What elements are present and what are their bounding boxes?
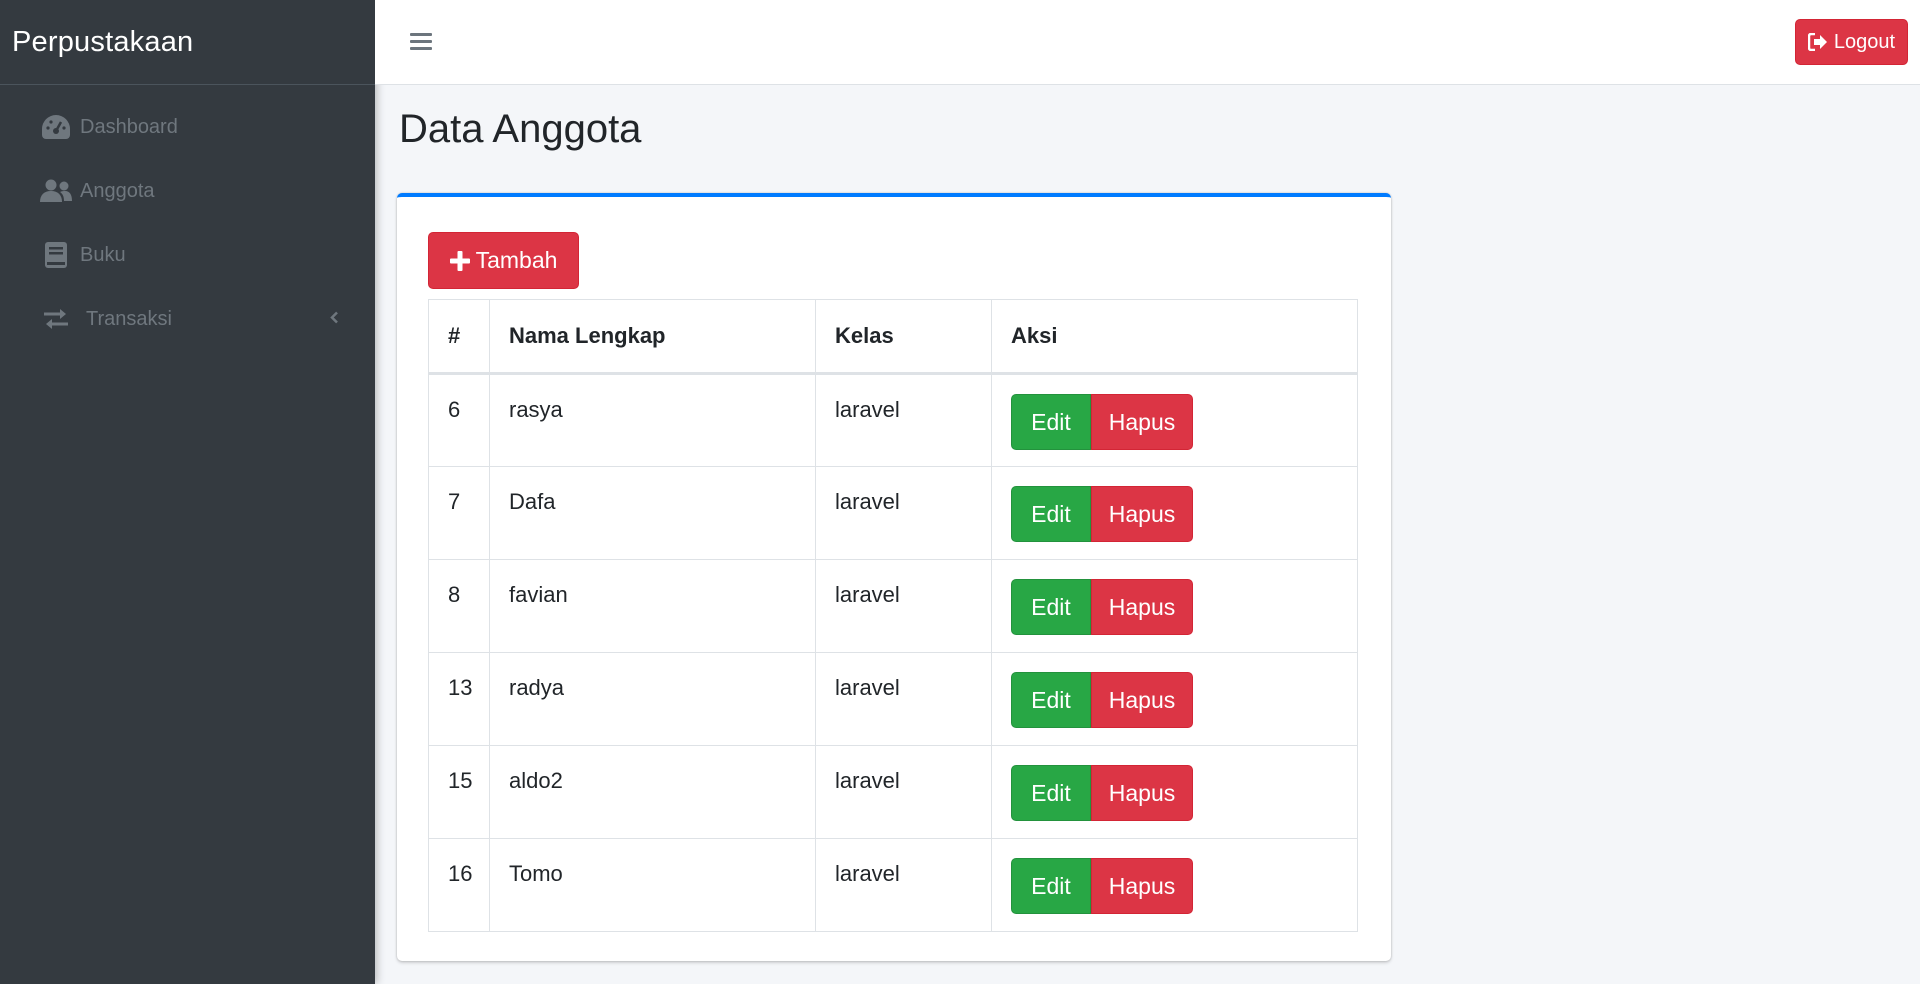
cell-actions: Edit Hapus (991, 559, 1358, 653)
logout-button[interactable]: Logout (1795, 19, 1908, 65)
delete-button[interactable]: Hapus (1091, 672, 1193, 728)
column-header-actions: Aksi (991, 299, 1358, 375)
members-card: Tambah # Nama Lengkap Kelas Aksi 6 rasya… (397, 193, 1391, 961)
add-member-button[interactable]: Tambah (428, 232, 579, 289)
column-header-class: Kelas (815, 299, 992, 375)
cell-number: 13 (428, 652, 490, 746)
edit-button[interactable]: Edit (1011, 858, 1091, 914)
brand[interactable]: Perpustakaan (0, 0, 375, 85)
cell-name: radya (489, 652, 816, 746)
column-header-number: # (428, 299, 490, 375)
sidebar-item-anggota[interactable]: Anggota (0, 159, 375, 223)
cell-name: favian (489, 559, 816, 653)
cell-actions: Edit Hapus (991, 466, 1358, 560)
sidebar-item-label: Dashboard (80, 115, 178, 138)
cell-actions: Edit Hapus (991, 838, 1358, 932)
chevron-left-icon[interactable] (329, 308, 339, 331)
delete-button[interactable]: Hapus (1091, 858, 1193, 914)
sidebar-item-transaksi[interactable]: Transaksi (0, 287, 375, 351)
sidebar-item-label: Buku (80, 243, 126, 266)
cell-number: 15 (428, 745, 490, 839)
cell-actions: Edit Hapus (991, 745, 1358, 839)
brand-title[interactable]: Perpustakaan (12, 26, 193, 59)
users-icon (40, 175, 72, 207)
edit-button[interactable]: Edit (1011, 672, 1091, 728)
dashboard-gauge-icon (40, 111, 72, 143)
cell-number: 8 (428, 559, 490, 653)
table-row: 6 rasya laravel Edit Hapus (428, 373, 1358, 467)
plus-icon (449, 250, 470, 271)
sidebar: Perpustakaan Dashboard Anggota Buku Tran… (0, 0, 375, 984)
delete-button[interactable]: Hapus (1091, 579, 1193, 635)
delete-button[interactable]: Hapus (1091, 765, 1193, 821)
cell-number: 6 (428, 373, 490, 467)
table-row: 7 Dafa laravel Edit Hapus (428, 466, 1358, 560)
cell-class: laravel (815, 652, 992, 746)
members-table: # Nama Lengkap Kelas Aksi 6 rasya larave… (428, 299, 1358, 932)
table-row: 15 aldo2 laravel Edit Hapus (428, 745, 1358, 839)
table-row: 13 radya laravel Edit Hapus (428, 652, 1358, 746)
cell-name: Tomo (489, 838, 816, 932)
sidebar-item-dashboard[interactable]: Dashboard (0, 95, 375, 159)
table-header-row: # Nama Lengkap Kelas Aksi (428, 299, 1358, 375)
column-header-name: Nama Lengkap (489, 299, 816, 375)
cell-class: laravel (815, 466, 992, 560)
cell-number: 7 (428, 466, 490, 560)
table-row: 8 favian laravel Edit Hapus (428, 559, 1358, 653)
sidebar-nav: Dashboard Anggota Buku Transaksi (0, 85, 375, 351)
edit-button[interactable]: Edit (1011, 486, 1091, 542)
cell-number: 16 (428, 838, 490, 932)
delete-button[interactable]: Hapus (1091, 486, 1193, 542)
cell-class: laravel (815, 373, 992, 467)
top-navbar: Logout (375, 0, 1920, 85)
edit-button[interactable]: Edit (1011, 579, 1091, 635)
sidebar-item-buku[interactable]: Buku (0, 223, 375, 287)
logout-label: Logout (1833, 30, 1896, 53)
sidebar-item-label: Anggota (80, 179, 155, 202)
cell-class: laravel (815, 559, 992, 653)
hamburger-menu-icon[interactable] (410, 29, 432, 53)
cell-actions: Edit Hapus (991, 652, 1358, 746)
table-row: 16 Tomo laravel Edit Hapus (428, 838, 1358, 932)
cell-actions: Edit Hapus (991, 373, 1358, 467)
delete-button[interactable]: Hapus (1091, 394, 1193, 450)
cell-name: aldo2 (489, 745, 816, 839)
book-icon (40, 239, 72, 271)
cell-name: Dafa (489, 466, 816, 560)
page-title: Data Anggota (399, 107, 642, 151)
edit-button[interactable]: Edit (1011, 394, 1091, 450)
exchange-arrows-icon (40, 303, 72, 335)
sidebar-item-label: Transaksi (86, 307, 172, 330)
edit-button[interactable]: Edit (1011, 765, 1091, 821)
add-button-label: Tambah (475, 247, 558, 273)
cell-class: laravel (815, 745, 992, 839)
sign-out-icon (1807, 33, 1827, 51)
cell-name: rasya (489, 373, 816, 467)
cell-class: laravel (815, 838, 992, 932)
